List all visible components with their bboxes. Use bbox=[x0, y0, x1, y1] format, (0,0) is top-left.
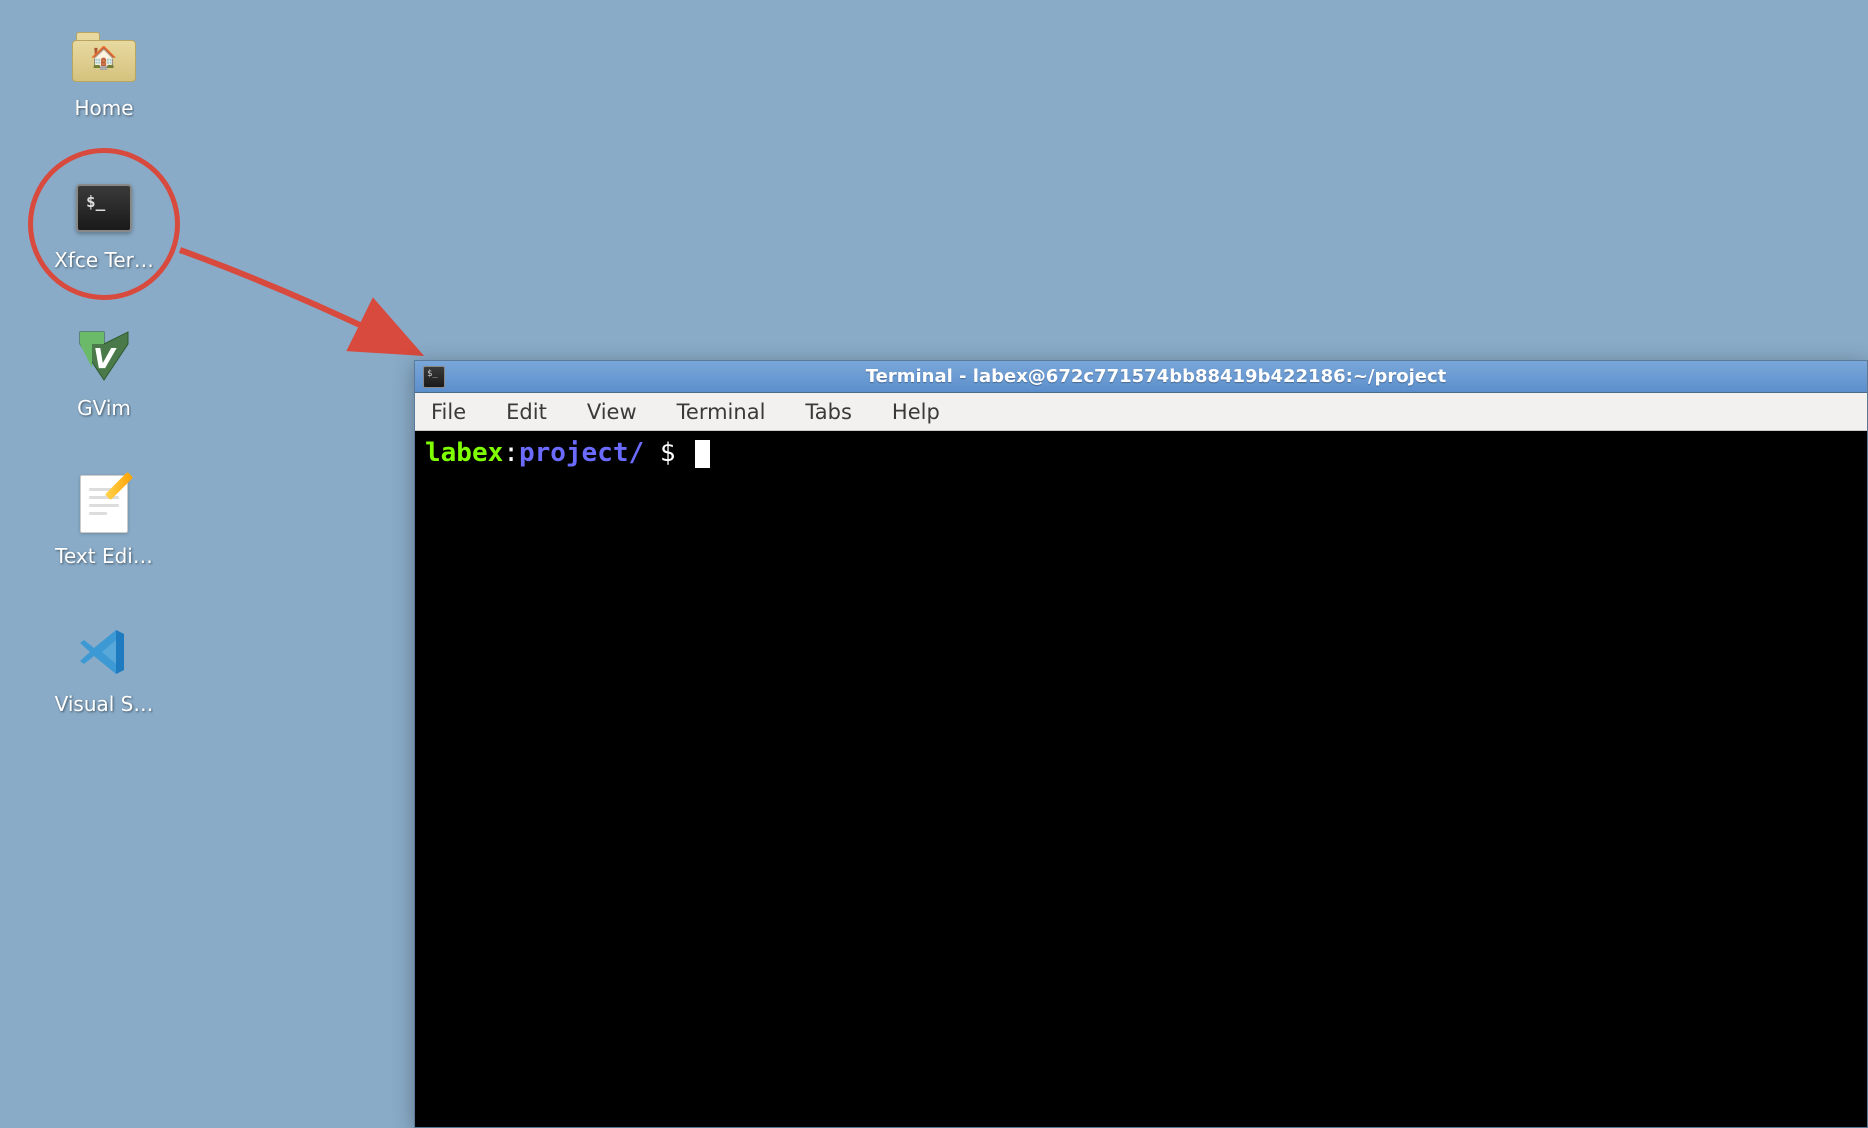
folder-icon: 🏠 bbox=[72, 24, 136, 88]
cursor bbox=[695, 440, 710, 468]
desktop-icon-gvim[interactable]: V GVim bbox=[44, 324, 164, 420]
menu-tabs[interactable]: Tabs bbox=[799, 396, 858, 428]
desktop-icon-xfce-terminal[interactable]: Xfce Ter… bbox=[44, 176, 164, 272]
desktop-icon-text-editor[interactable]: Text Edi… bbox=[44, 472, 164, 568]
gvim-icon: V bbox=[72, 324, 136, 388]
terminal-icon bbox=[72, 176, 136, 240]
prompt-path: project/ bbox=[519, 438, 644, 468]
terminal-icon bbox=[423, 366, 445, 388]
prompt-separator: : bbox=[503, 438, 519, 468]
desktop-icon-visual-studio[interactable]: Visual S… bbox=[44, 620, 164, 716]
menubar: File Edit View Terminal Tabs Help bbox=[415, 393, 1867, 431]
desktop-icon-label: Home bbox=[74, 96, 133, 120]
desktop-icon-label: GVim bbox=[77, 396, 131, 420]
menu-terminal[interactable]: Terminal bbox=[671, 396, 772, 428]
vscode-icon bbox=[72, 620, 136, 684]
window-titlebar[interactable]: Terminal - labex@672c771574bb88419b42218… bbox=[415, 361, 1867, 393]
svg-text:V: V bbox=[93, 342, 117, 375]
desktop-icon-label: Visual S… bbox=[55, 692, 154, 716]
text-editor-icon bbox=[72, 472, 136, 536]
menu-help[interactable]: Help bbox=[886, 396, 946, 428]
prompt-user: labex bbox=[425, 438, 503, 468]
desktop-icon-label: Xfce Ter… bbox=[54, 248, 154, 272]
desktop-icon-label: Text Edi… bbox=[55, 544, 153, 568]
window-title: Terminal - labex@672c771574bb88419b42218… bbox=[453, 366, 1859, 387]
desktop-icon-home[interactable]: 🏠 Home bbox=[44, 24, 164, 120]
annotation-arrow bbox=[160, 230, 440, 370]
menu-view[interactable]: View bbox=[581, 396, 643, 428]
menu-file[interactable]: File bbox=[425, 396, 472, 428]
menu-edit[interactable]: Edit bbox=[500, 396, 553, 428]
prompt-symbol: $ bbox=[644, 438, 691, 468]
terminal-window[interactable]: Terminal - labex@672c771574bb88419b42218… bbox=[414, 360, 1868, 1128]
terminal-body[interactable]: labex:project/ $ bbox=[415, 431, 1867, 1127]
